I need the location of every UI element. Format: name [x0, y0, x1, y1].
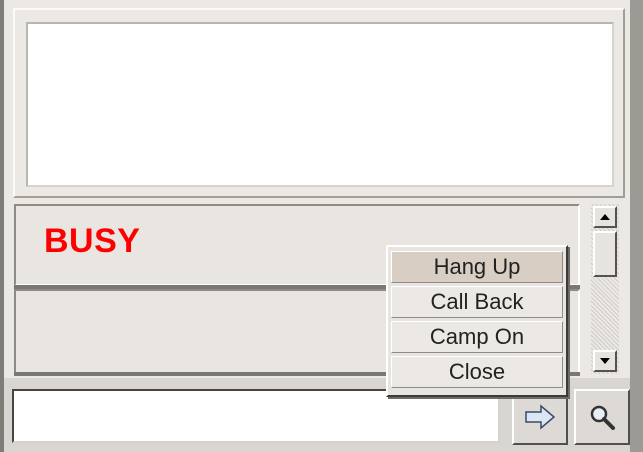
menu-item-camp-on[interactable]: Camp On	[391, 321, 563, 353]
menu-item-close[interactable]: Close	[391, 356, 563, 388]
scroll-up-button[interactable]	[593, 206, 617, 228]
right-arrow-icon	[525, 404, 556, 430]
call-status-label: BUSY	[44, 222, 141, 260]
scroll-down-arrow-icon	[600, 358, 610, 364]
display-screen	[26, 22, 614, 187]
menu-item-hang-up[interactable]: Hang Up	[391, 251, 563, 283]
magnifier-icon	[590, 405, 615, 430]
scrollbar-thumb[interactable]	[593, 231, 617, 277]
panel-right-edge	[630, 0, 643, 452]
scrollbar-track[interactable]	[591, 204, 619, 374]
search-button[interactable]	[574, 389, 630, 445]
scroll-down-button[interactable]	[593, 350, 617, 372]
send-button[interactable]	[512, 389, 568, 445]
dial-input[interactable]	[12, 389, 500, 443]
scroll-up-arrow-icon	[600, 214, 610, 220]
menu-item-call-back[interactable]: Call Back	[391, 286, 563, 318]
